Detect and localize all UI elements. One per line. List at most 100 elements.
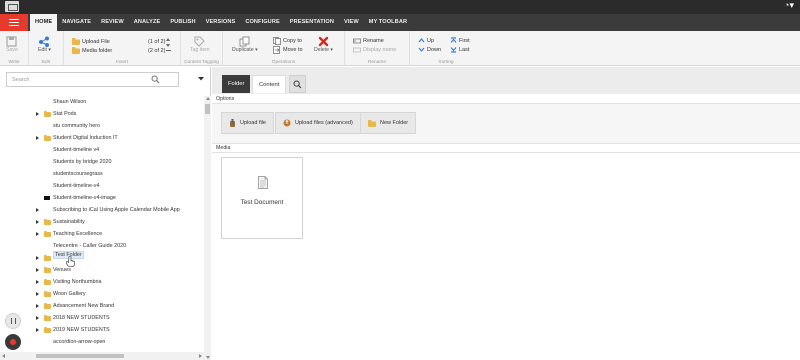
tab-versions[interactable]: VERSIONS — [201, 14, 241, 31]
tree-item-label[interactable]: Student-timeline-v4 — [53, 183, 99, 189]
tab-configure[interactable]: CONFIGURE — [240, 14, 284, 31]
tree-item[interactable]: Woon Gallery — [0, 288, 204, 300]
tree-item[interactable]: stu community hero — [0, 120, 204, 132]
tree-item[interactable]: Amsterdam 2020 — [0, 348, 204, 350]
expand-arrow-icon[interactable] — [36, 111, 39, 116]
tree-item[interactable]: Visiting Northumbria — [0, 276, 204, 288]
tree-item[interactable]: Shaun Wilson — [0, 96, 204, 108]
sort-last-button[interactable]: Last — [450, 46, 469, 53]
tree-item-label[interactable]: Student-timeline v4 — [53, 147, 99, 153]
tree-item[interactable]: Students by bridge 2020 — [0, 156, 204, 168]
tree-item-label[interactable]: studentscoursegrass — [53, 171, 103, 177]
sort-first-button[interactable]: First — [450, 37, 470, 44]
tree-item-label[interactable]: Subscribing to iCal Using Apple Calendar… — [53, 207, 180, 213]
new-folder-button[interactable]: New Folder — [360, 112, 417, 134]
scroll-down-icon[interactable] — [205, 356, 210, 359]
tree-item-label[interactable]: Advancement New Brand — [53, 303, 114, 309]
tree-item[interactable]: Advancement New Brand — [0, 300, 204, 312]
user-menu-icon[interactable]: ◔▾ — [784, 0, 794, 11]
app-logo[interactable] — [5, 1, 19, 12]
tree-item-label[interactable]: stu community hero — [53, 123, 100, 129]
delete-button[interactable]: Delete ▾ — [314, 36, 333, 53]
tree-item-label[interactable]: accordion-arrow-open — [53, 339, 105, 345]
tree-item-label[interactable]: Sustainability — [53, 219, 85, 225]
scroll-right-icon[interactable] — [199, 354, 202, 358]
expand-arrow-icon[interactable] — [36, 135, 39, 140]
tree-item[interactable]: Stat Pods — [0, 108, 204, 120]
search-icon[interactable] — [151, 75, 160, 84]
tab-folder[interactable]: Folder — [222, 75, 251, 93]
tab-publish[interactable]: PUBLISH — [165, 14, 200, 31]
tree-item-label[interactable]: Teaching Excellence — [53, 231, 102, 237]
expand-arrow-icon[interactable] — [36, 267, 39, 272]
tab-content[interactable]: Content — [252, 75, 287, 93]
expand-arrow-icon[interactable] — [36, 315, 39, 320]
tab-presentation[interactable]: PRESENTATION — [285, 14, 339, 31]
tree-item[interactable]: Teaching Excellence — [0, 228, 204, 240]
scroll-left-icon[interactable] — [2, 354, 5, 358]
tree-item[interactable]: Student Digital Induction IT — [0, 132, 204, 144]
tree-horizontal-scrollbar[interactable] — [0, 352, 204, 360]
expand-arrow-icon[interactable] — [36, 303, 39, 308]
expand-arrow-icon[interactable] — [36, 255, 39, 260]
tab-my-toolbar[interactable]: MY TOOLBAR — [364, 14, 412, 31]
tree-item[interactable]: Student-timeline-v4 — [0, 180, 204, 192]
expand-arrow-icon[interactable] — [36, 327, 39, 332]
tab-navigate[interactable]: NAVIGATE — [57, 14, 96, 31]
upload-file-button[interactable]: Upload file — [221, 112, 274, 134]
tab-home[interactable]: HOME — [30, 14, 58, 31]
tree-item[interactable]: Telecentre - Caller Guide 2020 — [0, 240, 204, 252]
tree-item-label[interactable]: Stat Pods — [53, 111, 76, 117]
scroll-thumb[interactable] — [205, 104, 210, 114]
tag-item-button[interactable]: Tag item — [190, 36, 210, 53]
expand-arrow-icon[interactable] — [36, 219, 39, 224]
tree-item[interactable]: Venues — [0, 264, 204, 276]
tree-item-label[interactable]: Woon Gallery — [53, 291, 86, 297]
tree-item[interactable]: Sustainability — [0, 216, 204, 228]
media-item-tile[interactable]: Test Document — [221, 157, 303, 239]
tree-item[interactable]: 2018 NEW STUDENTS — [0, 312, 204, 324]
tab-analyze[interactable]: ANALYZE — [129, 14, 166, 31]
tree-item[interactable]: Test Folder — [0, 251, 204, 264]
upload-files-advanced-button[interactable]: Upload files (advanced) — [275, 112, 361, 134]
tab-review[interactable]: REVIEW — [96, 14, 129, 31]
expand-arrow-icon[interactable] — [36, 279, 39, 284]
tree-item-label[interactable]: Visiting Northumbria — [53, 279, 101, 285]
insert-scroll-arrows[interactable] — [165, 37, 171, 55]
tree-item-label[interactable]: Shaun Wilson — [53, 99, 86, 105]
sort-up-button[interactable]: Up — [418, 37, 434, 44]
tree-item-label[interactable]: Venues — [53, 267, 71, 273]
expand-arrow-icon[interactable] — [36, 291, 39, 296]
sort-down-button[interactable]: Down — [418, 46, 441, 53]
hamburger-menu-button[interactable] — [0, 14, 28, 31]
tree-item[interactable]: accordion-arrow-open — [0, 336, 204, 348]
insert-media-folder[interactable]: Media folder (2 of 2) — [72, 47, 165, 54]
tab-search[interactable] — [289, 75, 306, 93]
scroll-up-icon[interactable] — [205, 97, 210, 100]
record-button[interactable] — [5, 334, 21, 350]
insert-upload-file[interactable]: Upload File (1 of 2) — [72, 38, 165, 45]
display-name-button[interactable]: Display name — [353, 46, 396, 54]
search-input[interactable] — [7, 73, 147, 86]
chevron-down-icon[interactable] — [198, 77, 204, 81]
tree-item[interactable]: 2019 NEW STUDENTS — [0, 324, 204, 336]
save-button[interactable]: Save — [6, 36, 18, 53]
tree-item-label[interactable]: Students by bridge 2020 — [53, 159, 111, 165]
move-to-button[interactable]: Move to — [273, 46, 303, 54]
scroll-thumb[interactable] — [36, 354, 124, 358]
tree-item[interactable]: Student-timeline-v4-image — [0, 192, 204, 204]
tree-item[interactable]: Subscribing to iCal Using Apple Calendar… — [0, 204, 204, 216]
tree-item-label[interactable]: 2018 NEW STUDENTS — [53, 315, 110, 321]
expand-arrow-icon[interactable] — [36, 231, 39, 236]
tree-item[interactable]: studentscoursegrass — [0, 168, 204, 180]
tree-item-label[interactable]: Student-timeline-v4-image — [53, 195, 116, 201]
duplicate-button[interactable]: Duplicate ▾ — [232, 36, 258, 53]
tree-item-label[interactable]: 2019 NEW STUDENTS — [53, 327, 110, 333]
tree-item-label[interactable]: Telecentre - Caller Guide 2020 — [53, 243, 126, 249]
rename-button[interactable]: Rename — [353, 37, 384, 45]
tree-item[interactable]: Student-timeline v4 — [0, 144, 204, 156]
copy-to-button[interactable]: Copy to — [273, 37, 302, 45]
tab-view[interactable]: VIEW — [339, 14, 364, 31]
edit-button[interactable]: Edit ▾ — [38, 36, 51, 53]
pause-button[interactable] — [5, 313, 21, 329]
